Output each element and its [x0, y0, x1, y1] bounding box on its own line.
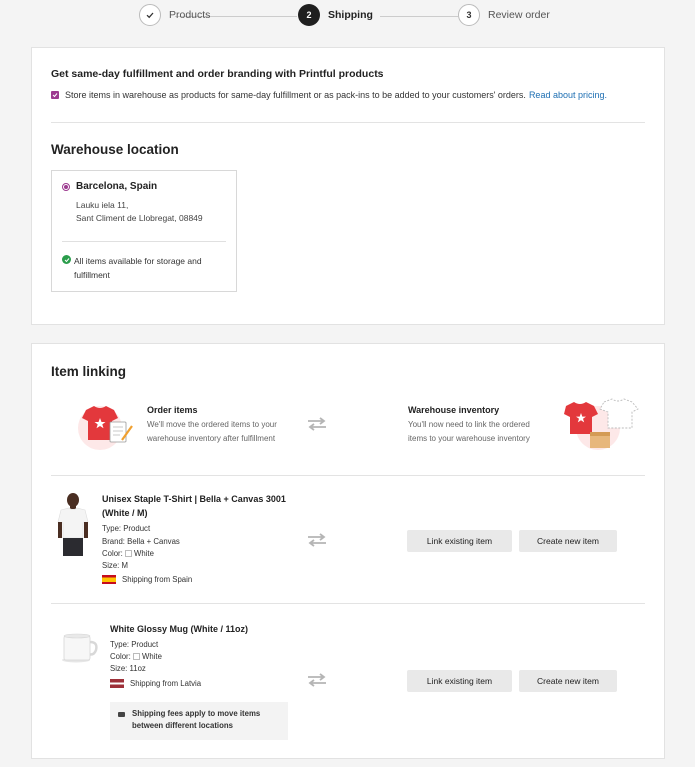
divider [51, 475, 645, 476]
product-size: Size: M [102, 561, 128, 570]
color-swatch [124, 550, 132, 557]
warehouse-address-line1: Lauku iela 11, [76, 200, 129, 210]
swap-arrows-icon [305, 416, 329, 432]
stepper-line [380, 16, 458, 17]
warehouse-inventory-illustration [560, 394, 644, 454]
fulfillment-card: Get same-day fulfillment and order brand… [31, 47, 665, 325]
warehouse-location-title: Warehouse location [51, 142, 179, 157]
step-number: 3 [458, 4, 480, 26]
checkmark-icon [139, 4, 161, 26]
swap-arrows-icon [305, 532, 329, 548]
warehouse-availability: All items available for storage and fulf… [74, 256, 202, 280]
warehouse-radio[interactable] [62, 183, 70, 191]
product-color-value: White [141, 652, 162, 661]
shipping-origin: Shipping from Spain [102, 575, 192, 584]
warehouse-name: Barcelona, Spain [76, 181, 158, 192]
tshirt-product-image [55, 492, 91, 558]
step-products[interactable]: Products [139, 4, 210, 26]
checkout-stepper: Products 2 Shipping 3 Review order [0, 4, 695, 30]
divider [62, 241, 226, 242]
create-new-item-button[interactable]: Create new item [519, 670, 617, 692]
product-color: Color: White [102, 549, 154, 558]
storage-checkbox[interactable] [51, 91, 59, 99]
warehouse-option-barcelona[interactable]: Barcelona, Spain Lauku iela 11, Sant Cli… [51, 170, 237, 292]
shipping-origin-text: Shipping from Spain [122, 575, 193, 584]
link-existing-item-button[interactable]: Link existing item [407, 530, 512, 552]
shipping-origin: Shipping from Latvia [110, 679, 201, 688]
latvia-flag-icon [110, 679, 124, 688]
swap-arrows-icon [305, 672, 329, 688]
product-color: Color: White [110, 652, 162, 661]
step-label: Review order [488, 9, 550, 21]
mug-product-image [58, 630, 98, 664]
product-color-label: Color: [110, 652, 131, 661]
product-type: Type: Product [110, 640, 159, 649]
product-color-value: White [133, 549, 154, 558]
color-swatch [132, 653, 140, 660]
product-name: White Glossy Mug (White / 11oz) [110, 624, 249, 634]
order-items-title: Order items [147, 405, 198, 415]
spain-flag-icon [102, 575, 116, 584]
warehouse-storage-option: Store items in warehouse as products for… [51, 90, 607, 100]
shipping-fees-notice-text: Shipping fees apply to move items betwee… [132, 709, 261, 730]
warehouse-inventory-title: Warehouse inventory [408, 405, 500, 415]
storage-checkbox-label: Store items in warehouse as products for… [65, 90, 526, 100]
warehouse-address-line2: Sant Climent de Llobregat, 08849 [76, 213, 203, 223]
fulfillment-title: Get same-day fulfillment and order brand… [51, 68, 384, 80]
truck-icon [118, 712, 125, 717]
product-name: Unisex Staple T-Shirt | Bella + Canvas 3… [102, 494, 286, 518]
check-circle-icon [62, 255, 71, 264]
shipping-origin-text: Shipping from Latvia [130, 679, 202, 688]
create-new-item-button[interactable]: Create new item [519, 530, 617, 552]
step-number: 2 [298, 4, 320, 26]
divider [51, 122, 645, 123]
order-items-illustration [72, 396, 140, 452]
link-existing-item-button[interactable]: Link existing item [407, 670, 512, 692]
shipping-fees-notice: Shipping fees apply to move items betwee… [110, 702, 288, 740]
divider [51, 603, 645, 604]
product-size: Size: 11oz [110, 664, 146, 673]
item-linking-title: Item linking [51, 364, 127, 379]
read-about-pricing-link[interactable]: Read about pricing. [529, 90, 607, 100]
order-items-description: We'll move the ordered items to your war… [147, 420, 277, 443]
item-linking-card: Item linking Order items We'll move the … [31, 343, 665, 759]
product-type: Type: Product [102, 524, 151, 533]
step-shipping[interactable]: 2 Shipping [298, 4, 373, 26]
product-brand: Brand: Bella + Canvas [102, 537, 180, 546]
step-review-order[interactable]: 3 Review order [458, 4, 550, 26]
step-label: Shipping [328, 9, 373, 21]
warehouse-inventory-description: You'll now need to link the ordered item… [408, 420, 530, 443]
step-label: Products [169, 9, 211, 21]
product-color-label: Color: [102, 549, 123, 558]
